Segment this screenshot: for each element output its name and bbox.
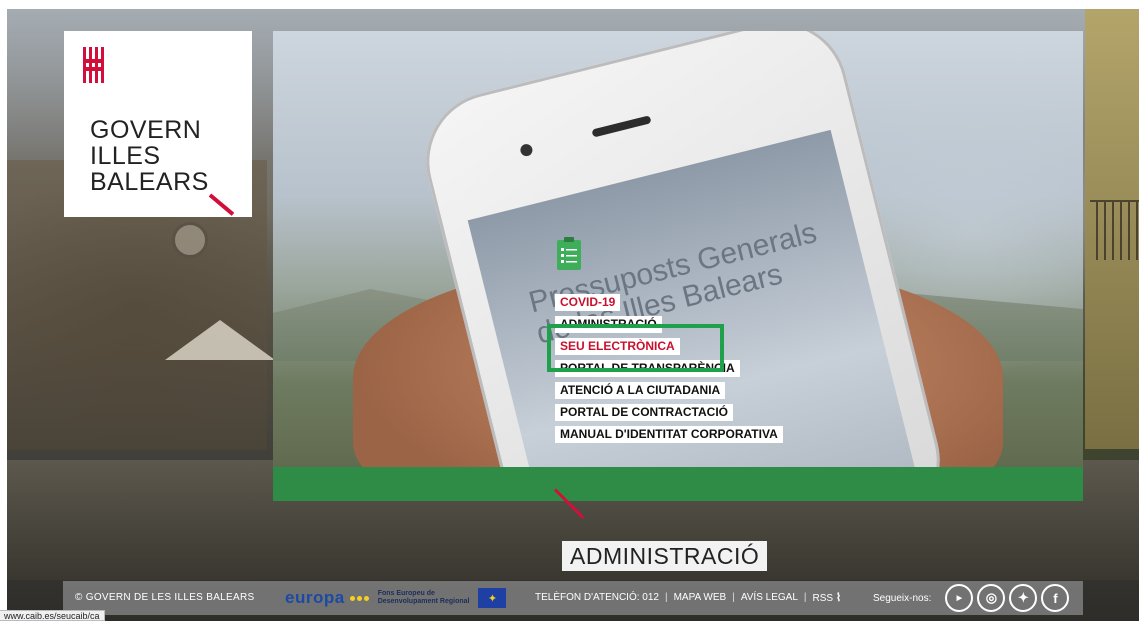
fund-line-1: Fons Europeu de	[377, 590, 435, 597]
instagram-icon[interactable]: ◎	[977, 584, 1006, 612]
youtube-icon[interactable]: ▶	[945, 584, 974, 612]
legal-link[interactable]: AVÍS LEGAL	[741, 581, 798, 615]
selection-highlight	[547, 324, 724, 372]
logo-text: GOVERN ILLES BALEARS	[90, 117, 209, 195]
status-bar-url: www.caib.es/seucaib/ca	[0, 610, 105, 621]
logo-line-2: ILLES	[90, 142, 161, 170]
eu-flag-icon: ✦	[478, 588, 507, 608]
europa-feder-logo[interactable]: europa Fons Europeu de Desenvolupament R…	[285, 587, 507, 609]
logo-line-1: GOVERN	[90, 116, 202, 144]
phone-speaker	[591, 115, 652, 138]
europa-stars-icon	[349, 595, 369, 601]
phone-link[interactable]: TELÈFON D'ATENCIÓ: 012	[535, 581, 659, 615]
rss-icon: ⌇	[835, 592, 842, 604]
section-label: ADMINISTRACIÓ	[562, 541, 768, 571]
document-list-icon	[557, 237, 581, 270]
govern-logo[interactable]: GOVERN ILLES BALEARS	[64, 31, 252, 217]
logo-slash	[208, 193, 235, 216]
footer-bar: © GOVERN DE LES ILLES BALEARS europa Fon…	[63, 581, 1083, 615]
rss-label: RSS	[812, 593, 834, 604]
footer-separator: |	[803, 592, 807, 603]
europa-word: europa	[285, 588, 345, 607]
footer-separator: |	[732, 592, 735, 603]
background-clock	[172, 222, 208, 258]
twitter-icon[interactable]: ✦	[1009, 584, 1038, 612]
fund-text: Fons Europeu de Desenvolupament Regional	[378, 590, 470, 606]
menu-item-portal-de-contractaci[interactable]: PORTAL DE CONTRACTACIÓ	[555, 404, 733, 421]
menu-item-covid-19[interactable]: COVID-19	[555, 294, 621, 311]
logo-line-3: BALEARS	[90, 168, 209, 196]
footer-separator: |	[664, 592, 668, 603]
rss-link[interactable]: RSS ⌇	[813, 581, 842, 615]
background-balcony	[1090, 200, 1139, 260]
map-web-link[interactable]: MAPA WEB	[674, 581, 727, 615]
govern-illes-balears-emblem-icon	[83, 47, 104, 83]
facebook-icon[interactable]: f	[1041, 584, 1070, 612]
fund-line-2: Desenvolupament Regional	[377, 598, 470, 605]
phone-camera	[519, 142, 534, 158]
follow-label: Segueix-nos:	[873, 592, 932, 604]
menu-item-atenci-a-la-ciutadania[interactable]: ATENCIÓ A LA CIUTADANIA	[555, 382, 726, 399]
footer-links: TELÈFON D'ATENCIÓ: 012 | MAPA WEB | AVÍS…	[535, 581, 841, 615]
social-links: Segueix-nos: ▶ ◎ ✦ f	[873, 583, 1070, 613]
menu-item-manual-d-identitat-corporativa[interactable]: MANUAL D'IDENTITAT CORPORATIVA	[555, 426, 783, 443]
hero-green-bar	[273, 467, 1083, 501]
